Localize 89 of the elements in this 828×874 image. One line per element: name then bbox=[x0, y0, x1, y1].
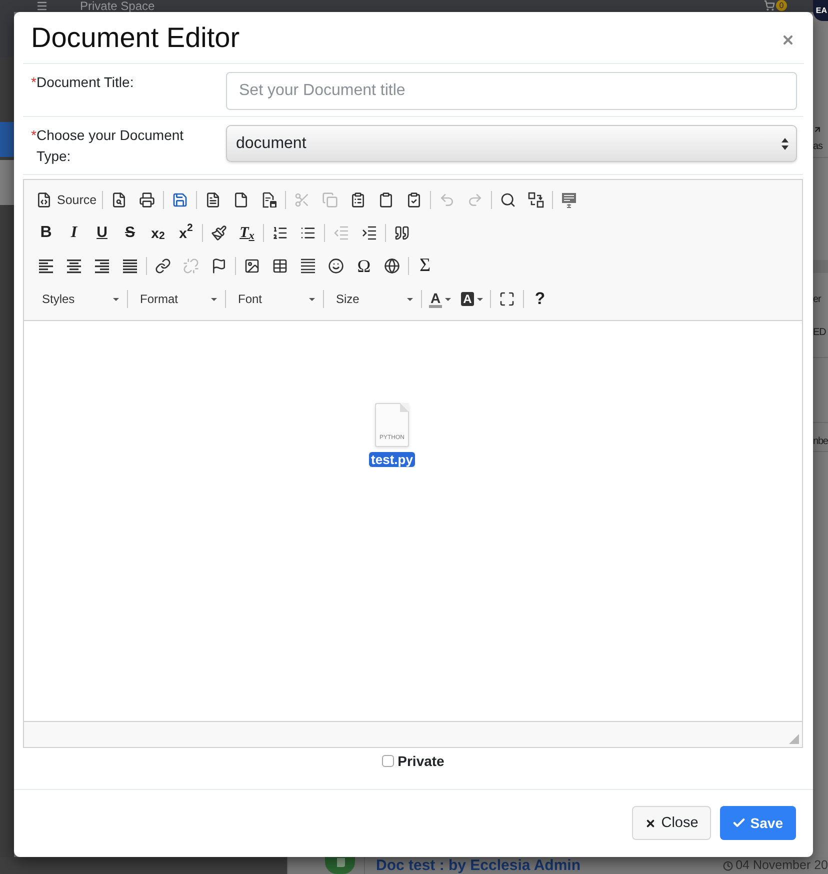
align-right-icon bbox=[94, 258, 110, 274]
text-block-icon bbox=[560, 192, 577, 208]
folded-corner-icon bbox=[400, 403, 409, 412]
title-input[interactable]: Set your Document title bbox=[226, 72, 797, 110]
size-dropdown[interactable]: Size bbox=[326, 286, 419, 312]
arrow-icon bbox=[813, 125, 822, 134]
printer-icon bbox=[138, 192, 155, 208]
required-asterisk: * bbox=[31, 73, 36, 92]
format-dropdown[interactable]: Format bbox=[130, 286, 223, 312]
caret-icon bbox=[211, 298, 217, 300]
magnifier-document-icon bbox=[110, 192, 127, 208]
numbered-list-icon bbox=[272, 225, 288, 241]
formula-button[interactable]: Σ bbox=[411, 253, 439, 279]
cart-icon[interactable] bbox=[764, 0, 775, 11]
paintbrush-icon bbox=[211, 225, 227, 241]
text-fragment: ED bbox=[813, 327, 826, 339]
copy-icon bbox=[322, 192, 338, 208]
smiley-icon bbox=[328, 258, 344, 274]
text-fragment: as bbox=[813, 141, 822, 153]
document-floppy-icon bbox=[260, 192, 277, 208]
close-icon bbox=[781, 32, 795, 46]
caret-icon bbox=[476, 298, 483, 300]
background-color-button[interactable]: A bbox=[456, 286, 488, 312]
select-arrows-icon bbox=[781, 136, 789, 150]
date-text: 04 November 20 bbox=[736, 858, 828, 873]
menu-icon[interactable] bbox=[36, 0, 48, 12]
caret-icon bbox=[309, 298, 315, 300]
clock-icon bbox=[722, 860, 733, 870]
text-fragment: er bbox=[813, 294, 821, 306]
caret-icon bbox=[113, 298, 119, 300]
scissors-icon bbox=[294, 192, 310, 208]
font-dropdown[interactable]: Font bbox=[228, 286, 321, 312]
flag-icon bbox=[211, 258, 227, 274]
code-file-icon bbox=[36, 192, 52, 208]
outdent-icon bbox=[333, 225, 349, 241]
table-icon bbox=[272, 258, 288, 274]
text-fragment: nbe bbox=[813, 436, 828, 448]
align-left-icon bbox=[38, 258, 54, 274]
quote-icon bbox=[394, 225, 410, 241]
document-icon bbox=[204, 192, 221, 208]
document-badge-icon bbox=[325, 857, 355, 874]
redo-icon bbox=[466, 192, 483, 208]
field-label: Document Title: bbox=[36, 73, 135, 92]
private-checkbox[interactable] bbox=[382, 755, 394, 767]
broken-link-icon bbox=[183, 258, 199, 274]
underline-button[interactable]: U bbox=[88, 220, 116, 246]
image-icon bbox=[244, 258, 260, 274]
italic-button[interactable]: I bbox=[60, 220, 88, 246]
cart-count-badge: 0 bbox=[776, 0, 787, 11]
blank-page-icon bbox=[232, 192, 249, 208]
dialog-title: Document Editor bbox=[31, 20, 240, 54]
close-icon bbox=[645, 818, 656, 828]
subscript-button[interactable]: x$_{2}$ bbox=[144, 220, 172, 246]
maximize-icon bbox=[499, 291, 515, 307]
caret-icon bbox=[407, 298, 413, 300]
replace-icon bbox=[528, 192, 544, 208]
horizontal-lines-icon bbox=[300, 258, 316, 274]
justify-icon bbox=[122, 258, 138, 274]
styles-dropdown[interactable]: Styles bbox=[32, 286, 125, 312]
source-button[interactable]: Source bbox=[32, 187, 100, 213]
close-button[interactable]: Close bbox=[632, 806, 712, 840]
bulleted-list-icon bbox=[300, 225, 316, 241]
check-icon bbox=[732, 816, 746, 830]
private-label: Private bbox=[398, 753, 444, 769]
remove-format-button[interactable]: T$_{x}$ bbox=[233, 220, 261, 246]
bold-button[interactable]: B bbox=[32, 220, 60, 246]
resize-grip-icon[interactable] bbox=[789, 734, 799, 744]
clipboard-icon bbox=[378, 192, 394, 208]
clipboard-list-icon bbox=[350, 192, 366, 208]
field-label: Choose your Document Type: bbox=[36, 126, 185, 166]
text-color-button[interactable]: A bbox=[424, 286, 456, 312]
save-button[interactable]: Save bbox=[720, 806, 796, 840]
link-icon bbox=[155, 258, 171, 274]
caret-icon bbox=[444, 298, 451, 300]
indent-icon bbox=[361, 225, 377, 241]
strikethrough-button[interactable]: S bbox=[116, 220, 144, 246]
type-select[interactable]: document bbox=[226, 125, 797, 162]
file-name-label[interactable]: test.py bbox=[369, 452, 415, 467]
align-center-icon bbox=[66, 258, 82, 274]
avatar[interactable]: EA bbox=[813, 0, 828, 21]
clipboard-check-icon bbox=[406, 192, 422, 208]
help-button[interactable]: ? bbox=[526, 286, 554, 312]
undo-icon bbox=[438, 192, 455, 208]
required-asterisk: * bbox=[31, 126, 36, 145]
page-title: Private Space bbox=[80, 0, 155, 12]
globe-icon bbox=[384, 258, 400, 274]
special-character-button[interactable]: Ω bbox=[350, 253, 378, 279]
search-icon bbox=[500, 192, 516, 208]
superscript-button[interactable]: x$^{2}$ bbox=[172, 220, 200, 246]
